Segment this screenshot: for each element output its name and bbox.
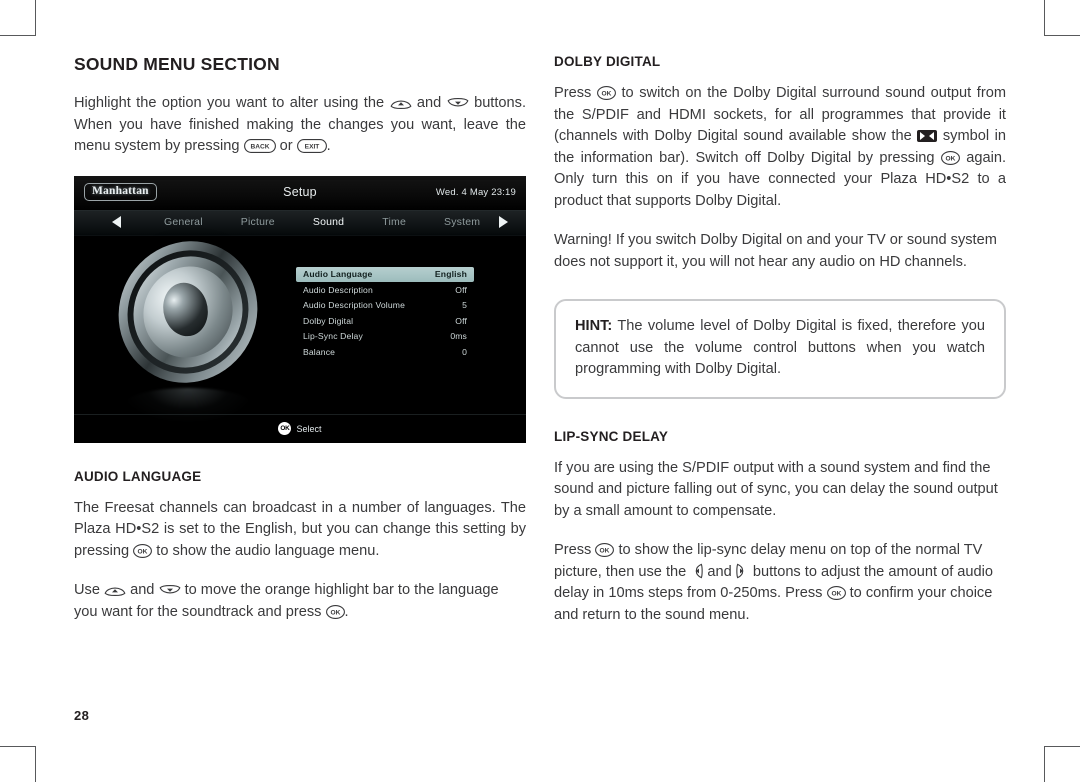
dolby-text-2: to switch on the Dolby Digital surround … (554, 85, 1006, 144)
down-arrow-icon (447, 97, 469, 110)
menu-value: Off (455, 315, 467, 326)
speaker-graphic (107, 226, 269, 397)
tab-sound[interactable]: Sound (294, 216, 363, 228)
audio-language-text-3: Use (74, 582, 100, 598)
svg-text:EXIT: EXIT (304, 144, 319, 151)
svg-text:OK: OK (330, 609, 340, 616)
menu-row-lip-sync-delay[interactable]: Lip-Sync Delay 0ms (296, 329, 474, 345)
lip-sync-paragraph-2: Press OK to show the lip-sync delay menu… (554, 540, 1006, 626)
menu-label: Audio Language (303, 269, 373, 280)
dolby-digital-paragraph-1: Press OK to switch on the Dolby Digital … (554, 83, 1006, 212)
page-number: 28 (74, 708, 90, 723)
intro-text-5: . (326, 138, 331, 154)
left-arrow-icon (690, 563, 704, 579)
hint-label: HINT: (575, 318, 613, 334)
ok-button-icon: OK (596, 86, 616, 100)
tv-nav-tabs: General Picture Sound Time System (145, 216, 499, 228)
dolby-digital-symbol-icon (917, 130, 938, 142)
page-title: SOUND MENU SECTION (74, 54, 280, 74)
up-arrow-icon (390, 97, 412, 110)
menu-row-dolby-digital[interactable]: Dolby Digital Off (296, 313, 474, 329)
audio-language-paragraph-2: Use and to move the orange highlight bar… (74, 580, 526, 623)
nav-right-arrow-icon[interactable] (499, 215, 509, 228)
ok-button-icon: OK (133, 543, 153, 558)
menu-value: Off (455, 284, 467, 295)
tv-sound-menu-list: Audio Language English Audio Description… (296, 266, 474, 360)
svg-text:OK: OK (945, 155, 955, 162)
right-arrow-icon (736, 563, 749, 579)
menu-value: 5 (462, 300, 467, 311)
manual-page: SOUND MENU SECTION Highlight the option … (0, 0, 1080, 782)
tv-footer-hint: OK Select (74, 413, 526, 443)
lip-sync-text-1: Press (554, 542, 592, 558)
hint-body: The volume level of Dolby Digital is fix… (575, 318, 985, 377)
menu-label: Audio Description Volume (303, 300, 406, 311)
menu-label: Audio Description (303, 284, 373, 295)
menu-label: Dolby Digital (303, 315, 354, 326)
back-button-icon: BACK (243, 139, 276, 153)
svg-text:OK: OK (601, 91, 611, 98)
ok-button-icon: OK (278, 422, 292, 435)
dolby-text-1: Press (554, 85, 592, 101)
lip-sync-delay-heading: LIP-SYNC DELAY (554, 428, 669, 444)
tab-system[interactable]: System (425, 216, 499, 228)
svg-text:OK: OK (138, 548, 148, 555)
lip-sync-text-3: and (707, 563, 732, 580)
menu-value: 0 (462, 346, 467, 357)
intro-text-2: and (416, 95, 442, 111)
menu-label: Lip-Sync Delay (303, 331, 363, 342)
audio-language-text-2: to show the audio language menu. (156, 542, 380, 559)
intro-text-1: Highlight the option you want to alter u… (74, 95, 385, 111)
menu-label: Balance (303, 346, 336, 357)
tv-setup-screenshot: Manhattan Setup Wed. 4 May 23:19 General… (74, 175, 526, 443)
tv-clock: Wed. 4 May 23:19 (435, 186, 516, 198)
tv-nav-inner: General Picture Sound Time System (74, 210, 526, 234)
menu-row-audio-language[interactable]: Audio Language English (296, 266, 474, 282)
menu-value: English (434, 269, 467, 280)
menu-value: 0ms (450, 331, 467, 342)
menu-row-audio-description-volume[interactable]: Audio Description Volume 5 (296, 298, 474, 314)
audio-language-text-6: . (344, 603, 349, 620)
ok-button-icon: OK (595, 543, 615, 557)
dolby-digital-heading: DOLBY DIGITAL (554, 54, 661, 69)
lip-sync-paragraph-1: If you are using the S/PDIF output with … (554, 459, 998, 519)
hint-box: HINT: The volume level of Dolby Digital … (554, 299, 1006, 399)
svg-text:OK: OK (600, 548, 610, 555)
audio-language-paragraph-1: The Freesat channels can broadcast in a … (74, 498, 526, 563)
audio-language-text-4: and (130, 582, 155, 598)
intro-text-4: or (279, 138, 293, 154)
menu-row-audio-description[interactable]: Audio Description Off (296, 282, 474, 298)
speaker-illustration (100, 226, 288, 422)
svg-text:OK: OK (831, 591, 841, 598)
tab-picture[interactable]: Picture (222, 216, 294, 228)
ok-button-icon: OK (826, 586, 846, 600)
audio-language-heading: AUDIO LANGUAGE (74, 468, 202, 484)
tab-general[interactable]: General (145, 216, 222, 228)
ok-button-icon: OK (940, 150, 960, 165)
tab-time[interactable]: Time (363, 216, 425, 228)
down-arrow-icon (159, 584, 181, 597)
right-column: DOLBY DIGITAL Press OK to switch on the … (554, 54, 1006, 626)
nav-left-arrow-icon[interactable] (112, 215, 121, 228)
dolby-digital-warning: Warning! If you switch Dolby Digital on … (554, 232, 997, 270)
svg-text:BACK: BACK (250, 144, 269, 151)
intro-paragraph: Highlight the option you want to alter u… (74, 93, 526, 158)
tv-footer-action-label: Select (296, 423, 322, 434)
left-column: SOUND MENU SECTION Highlight the option … (74, 54, 526, 623)
up-arrow-icon (104, 584, 126, 597)
menu-row-balance[interactable]: Balance 0 (296, 344, 474, 360)
ok-button-icon: OK (325, 604, 345, 619)
exit-button-icon: EXIT (296, 139, 327, 153)
hint-text: HINT: The volume level of Dolby Digital … (575, 316, 985, 381)
